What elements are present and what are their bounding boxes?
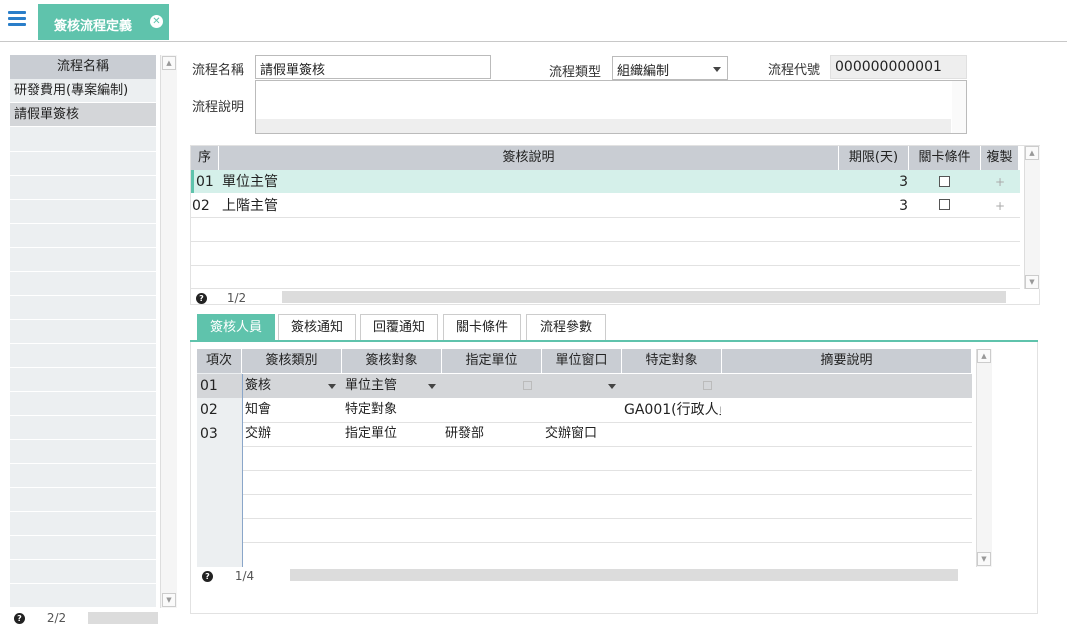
scroll-up-icon[interactable]: ▲ xyxy=(1025,146,1039,160)
flow-list-panel: 流程名稱 研發費用(專案編制) 請假單簽核 ▲ ▼ ? 2/2 xyxy=(10,55,177,626)
close-tab-icon[interactable]: ✕ xyxy=(150,15,163,28)
flow-list-body: 研發費用(專案編制) 請假單簽核 xyxy=(10,79,156,607)
signers-header-summary: 摘要說明 xyxy=(722,349,972,373)
flow-list-pager: ? 2/2 xyxy=(14,611,66,625)
steps-header-desc: 簽核說明 xyxy=(219,146,839,170)
signers-header-unit: 指定單位 xyxy=(442,349,542,373)
step-seq: 01 xyxy=(196,174,214,190)
signer-type-select[interactable]: 簽核 xyxy=(245,374,271,398)
signer-no: 01 xyxy=(200,378,218,394)
tab-signers[interactable]: 簽核人員 xyxy=(197,314,275,341)
chevron-down-icon xyxy=(713,67,721,72)
copy-plus-icon[interactable]: + xyxy=(995,175,1005,189)
tab-stage-condition[interactable]: 關卡條件 xyxy=(443,314,521,341)
table-row-editing[interactable] xyxy=(197,374,972,398)
condition-checkbox[interactable] xyxy=(939,176,950,187)
steps-header-copy: 複製 xyxy=(981,146,1019,170)
signer-no: 02 xyxy=(200,402,218,418)
flow-desc-label: 流程說明 xyxy=(192,100,245,115)
top-bar: 簽核流程定義 ✕ xyxy=(0,0,1067,42)
signers-header-type: 簽核類別 xyxy=(242,349,342,373)
flow-type-label: 流程類型 xyxy=(549,65,602,80)
signers-header-specific: 特定對象 xyxy=(622,349,722,373)
signer-target-select[interactable]: 單位主管 xyxy=(345,374,397,398)
steps-header-condition: 關卡條件 xyxy=(909,146,981,170)
help-icon[interactable]: ? xyxy=(196,293,207,304)
steps-pager: ? 1/2 xyxy=(196,291,246,305)
step-desc: 上階主管 xyxy=(222,198,278,214)
tab-flow-params[interactable]: 流程參數 xyxy=(526,314,606,341)
step-days: 3 xyxy=(899,198,908,214)
external-link-icon[interactable] xyxy=(703,381,712,390)
steps-vscroll[interactable]: ▲ ▼ xyxy=(1024,146,1040,289)
condition-checkbox[interactable] xyxy=(939,199,950,210)
hamburger-menu-icon[interactable] xyxy=(8,10,26,28)
scroll-up-icon[interactable]: ▲ xyxy=(162,56,176,70)
chevron-down-icon[interactable] xyxy=(608,384,616,389)
chevron-down-icon[interactable] xyxy=(428,384,436,389)
flow-list-vscroll[interactable]: ▲ ▼ xyxy=(160,55,177,608)
signers-hscroll[interactable] xyxy=(290,569,958,581)
flow-code-label: 流程代號 xyxy=(768,63,821,78)
signer-no: 03 xyxy=(200,426,218,442)
scroll-down-icon[interactable]: ▼ xyxy=(1025,275,1039,289)
help-icon[interactable]: ? xyxy=(202,571,213,582)
chevron-down-icon[interactable] xyxy=(328,384,336,389)
signer-target: 指定單位 xyxy=(345,426,398,441)
scroll-down-icon[interactable]: ▼ xyxy=(162,593,176,607)
flow-list-hscroll[interactable] xyxy=(88,612,158,624)
tab-reply-notify[interactable]: 回覆通知 xyxy=(360,314,438,341)
tab-flow-definition[interactable]: 簽核流程定義 ✕ xyxy=(38,4,169,40)
flow-name-label: 流程名稱 xyxy=(192,63,245,78)
signer-type: 知會 xyxy=(245,402,272,417)
help-icon[interactable]: ? xyxy=(14,613,25,624)
steps-header-seq: 序 xyxy=(191,146,219,170)
step-desc: 單位主管 xyxy=(222,174,278,190)
signer-unit: 研發部 xyxy=(445,426,485,441)
copy-plus-icon[interactable]: + xyxy=(995,199,1005,213)
signers-header-target: 簽核對象 xyxy=(342,349,442,373)
flow-type-select[interactable]: 組織編制 xyxy=(612,56,728,80)
scroll-down-icon[interactable]: ▼ xyxy=(977,552,991,566)
signers-pager: ? 1/4 xyxy=(202,569,254,583)
step-seq: 02 xyxy=(192,198,210,214)
steps-hscroll[interactable] xyxy=(282,291,1006,303)
signers-header-no: 項次 xyxy=(197,349,242,373)
signer-window: 交辦窗口 xyxy=(545,426,598,441)
signer-type: 交辦 xyxy=(245,426,272,441)
signers-header-window: 單位窗口 xyxy=(542,349,622,373)
tab-sign-notify[interactable]: 簽核通知 xyxy=(278,314,356,341)
desc-hscroll[interactable] xyxy=(256,119,951,133)
flow-list-header: 流程名稱 xyxy=(10,55,156,79)
step-days: 3 xyxy=(899,174,908,190)
signer-specific: GA001(行政人員) xyxy=(624,402,721,418)
scroll-up-icon[interactable]: ▲ xyxy=(977,349,991,363)
column-divider xyxy=(242,374,243,567)
flow-name-input[interactable]: 請假單簽核 xyxy=(255,55,491,79)
flow-list-item-selected[interactable]: 請假單簽核 xyxy=(10,103,156,127)
flow-code-field: 000000000001 xyxy=(830,55,967,79)
signer-target: 特定對象 xyxy=(345,402,398,417)
desc-vscroll[interactable] xyxy=(952,81,966,133)
flow-list-item[interactable]: 研發費用(專案編制) xyxy=(10,79,156,103)
signers-vscroll[interactable]: ▲ ▼ xyxy=(976,349,992,567)
tab-title: 簽核流程定義 xyxy=(54,19,133,34)
external-link-icon[interactable] xyxy=(523,381,532,390)
steps-header-days: 期限(天) xyxy=(839,146,909,170)
